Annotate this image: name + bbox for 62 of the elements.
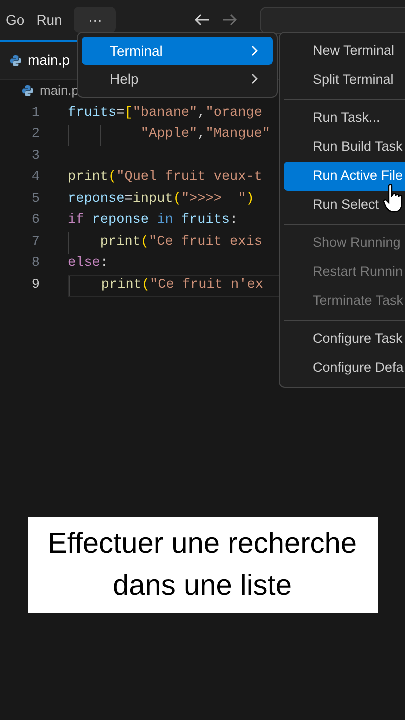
code-token: ( (140, 234, 150, 252)
caption: Effectuer une recherche dans une liste (28, 516, 378, 612)
line-number: 5 (30, 190, 40, 209)
back-arrow-icon[interactable] (194, 13, 210, 27)
code-token: print (68, 169, 109, 188)
editor-tab[interactable]: main.p (0, 40, 80, 79)
hand-cursor-icon (383, 184, 405, 214)
submenu-item[interactable]: Configure Task (284, 325, 405, 354)
submenu-item[interactable]: New Terminal (284, 37, 405, 66)
code-token: , (198, 126, 206, 144)
python-file-icon (10, 54, 22, 66)
code-token: ( (108, 169, 117, 188)
code-token: print (100, 234, 141, 252)
menu-item[interactable]: Help (82, 65, 273, 93)
line-number: 8 (30, 255, 40, 274)
python-file-icon (22, 85, 34, 97)
line-number: 9 (30, 276, 40, 295)
submenu-item[interactable]: Run Active File (284, 162, 405, 191)
line-number: 3 (30, 148, 40, 166)
code-token: ( (142, 276, 150, 295)
more-menu-button[interactable]: ··· (74, 7, 116, 33)
code-token: fruits (180, 212, 230, 230)
code-token: fruits (68, 104, 117, 123)
search-field[interactable] (260, 6, 405, 34)
submenu-item[interactable]: Run Select (284, 191, 405, 220)
code-token: reponse (68, 190, 125, 209)
code-token: else (68, 255, 100, 274)
submenu-item[interactable]: Configure Defa (284, 354, 405, 383)
submenu-item[interactable]: Run Build Task (284, 133, 405, 162)
code-token: = (116, 104, 125, 123)
code-token: : (100, 255, 109, 274)
code-token: "banane" (132, 104, 198, 123)
line-number: 1 (30, 104, 40, 123)
menu-item[interactable]: Terminal (82, 37, 273, 65)
code-token: if (68, 212, 84, 230)
code-token: , (198, 104, 206, 123)
submenu-item[interactable]: Split Terminal (284, 66, 405, 95)
code-token: : (230, 212, 238, 230)
menu-bar-item[interactable]: Go (0, 10, 31, 30)
code-token: "Ce fruit n'ex (150, 276, 264, 295)
line-number: 2 (30, 126, 40, 144)
code-token: input (132, 190, 174, 209)
code-token: "Mangue" (206, 126, 271, 144)
code-token: ">>>> " (181, 190, 246, 209)
submenu-item[interactable]: Run Task... (284, 104, 405, 133)
code-token: "Ce fruit exis (149, 234, 262, 252)
code-token: "orange (206, 104, 262, 123)
code-token: print (101, 276, 142, 295)
line-number: 4 (30, 169, 40, 188)
code-token: ) (246, 190, 254, 209)
menu-bar-item[interactable]: Run (30, 10, 68, 30)
tab-label: main.p (28, 51, 70, 70)
code-token: reponse (91, 212, 150, 230)
code-token: [ (124, 104, 133, 123)
line-number: 7 (30, 234, 40, 252)
line-number: 6 (30, 212, 40, 230)
code-token: "Apple" (140, 126, 198, 144)
code-token: ( (173, 190, 182, 209)
forward-arrow-icon[interactable] (222, 13, 238, 27)
code-token: "Quel fruit veux-t (116, 169, 262, 188)
code-token: = (124, 190, 133, 209)
code-token: in (157, 212, 174, 230)
